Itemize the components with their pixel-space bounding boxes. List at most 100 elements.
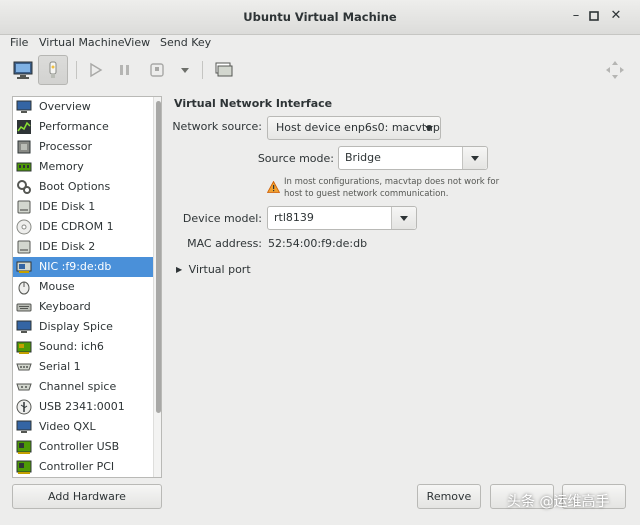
power-icon <box>150 63 164 77</box>
pause-icon <box>120 65 129 75</box>
device-model-value: rtl8139 <box>274 211 314 224</box>
hardware-item-ide-cdrom-1[interactable]: IDE CDROM 1 <box>13 217 153 237</box>
mouse-icon <box>18 281 30 295</box>
hardware-item-ide-disk-1[interactable]: IDE Disk 1 <box>13 197 153 217</box>
chevron-down-icon <box>181 68 189 73</box>
virtual-port-expander[interactable]: ▶ Virtual port <box>176 263 251 276</box>
hardware-item-controller-usb[interactable]: Controller USB <box>13 437 153 457</box>
maximize-icon[interactable] <box>586 8 602 24</box>
hardware-item-label: Controller USB <box>39 440 120 453</box>
menu-virtual-machine[interactable]: Virtual Machine <box>39 36 125 49</box>
hardware-item-keyboard[interactable]: Keyboard <box>13 297 153 317</box>
source-mode-combo[interactable]: Bridge <box>338 146 488 170</box>
device-model-combo[interactable]: rtl8139 <box>267 206 417 230</box>
memory-module-icon <box>16 162 32 172</box>
chip-icon <box>17 140 31 154</box>
video-card-icon <box>16 420 32 433</box>
scrollbar-thumb[interactable] <box>156 101 161 413</box>
menu-send-key[interactable]: Send Key <box>160 36 211 49</box>
menu-file[interactable]: File <box>10 36 28 49</box>
play-icon <box>90 62 103 78</box>
warning-icon <box>267 181 280 193</box>
menu-bar: File Virtual Machine View Send Key <box>0 34 640 52</box>
usb-icon <box>16 399 32 415</box>
hardware-item-label: Performance <box>39 120 109 133</box>
display-icon <box>16 320 32 333</box>
vm-details-window: Ubuntu Virtual Machine – ✕ File Virtual … <box>0 0 640 525</box>
pause-button[interactable] <box>110 55 140 85</box>
hardware-item-label: IDE Disk 1 <box>39 200 96 213</box>
controller-icon <box>16 460 32 474</box>
fullscreen-button[interactable] <box>600 55 630 85</box>
window-title: Ubuntu Virtual Machine <box>243 10 397 24</box>
source-mode-dropdown-button[interactable] <box>462 147 487 169</box>
hardware-item-label: Serial 1 <box>39 360 81 373</box>
shutdown-menu-button[interactable] <box>170 55 200 85</box>
cdrom-icon <box>16 219 32 235</box>
hardware-item-video-qxl[interactable]: Video QXL <box>13 417 153 437</box>
hardware-item-label: Memory <box>39 160 84 173</box>
device-model-dropdown-button[interactable] <box>391 207 416 229</box>
fullscreen-arrows-icon <box>606 61 624 79</box>
run-button[interactable] <box>80 55 110 85</box>
hardware-item-usb[interactable]: USB 2341:0001 <box>13 397 153 417</box>
hardware-item-label: Keyboard <box>39 300 91 313</box>
hardware-item-boot-options[interactable]: Boot Options <box>13 177 153 197</box>
mac-address-label: MAC address: <box>187 237 262 250</box>
remove-button[interactable]: Remove <box>417 484 481 509</box>
channel-icon <box>16 383 32 391</box>
monitor-icon <box>16 100 32 113</box>
controller-icon <box>16 440 32 454</box>
watermark: 头条 @运维高手 <box>507 494 610 510</box>
menu-view[interactable]: View <box>124 36 150 49</box>
hardware-item-label: Boot Options <box>39 180 111 193</box>
hardware-item-memory[interactable]: Memory <box>13 157 153 177</box>
macvtap-warning: In most configurations, macvtap does not… <box>284 177 500 199</box>
add-hardware-button[interactable]: Add Hardware <box>12 484 162 509</box>
network-source-combo[interactable]: Host device enp6s0: macvtap <box>267 116 441 140</box>
show-details-button[interactable] <box>38 55 68 85</box>
dropdown-arrow-icon <box>425 126 433 131</box>
toolbar-separator <box>76 61 77 79</box>
snapshots-button[interactable] <box>208 55 238 85</box>
hardware-item-overview[interactable]: Overview <box>13 97 153 117</box>
hardware-item-performance[interactable]: Performance <box>13 117 153 137</box>
close-icon[interactable]: ✕ <box>608 8 624 24</box>
hardware-item-label: Mouse <box>39 280 75 293</box>
disk-icon <box>17 200 31 214</box>
hardware-item-label: Processor <box>39 140 92 153</box>
network-card-icon <box>16 261 32 273</box>
network-source-label: Network source: <box>172 120 262 133</box>
hardware-item-nic[interactable]: NIC :f9:de:db <box>13 257 153 277</box>
expander-arrow-icon: ▶ <box>176 265 183 274</box>
serial-port-icon <box>16 363 32 371</box>
hardware-item-label: IDE Disk 2 <box>39 240 96 253</box>
performance-chart-icon <box>17 120 31 134</box>
hardware-item-ide-disk-2[interactable]: IDE Disk 2 <box>13 237 153 257</box>
hardware-item-label: Overview <box>39 100 91 113</box>
dropdown-arrow-icon <box>471 156 479 161</box>
hardware-item-mouse[interactable]: Mouse <box>13 277 153 297</box>
minimize-icon[interactable]: – <box>568 8 584 24</box>
gears-icon <box>17 180 31 194</box>
network-source-value: Host device enp6s0: macvtap <box>276 121 440 134</box>
virtual-port-label: Virtual port <box>188 263 251 276</box>
shutdown-button[interactable] <box>142 55 172 85</box>
show-console-button[interactable] <box>8 55 38 85</box>
hardware-item-label: NIC :f9:de:db <box>39 260 112 273</box>
hardware-item-processor[interactable]: Processor <box>13 137 153 157</box>
hardware-item-label: Channel spice <box>39 380 117 393</box>
hardware-item-label: USB 2341:0001 <box>39 400 125 413</box>
hardware-item-channel-spice[interactable]: Channel spice <box>13 377 153 397</box>
hardware-list: Overview Performance Processor Memory Bo… <box>12 96 162 478</box>
hardware-item-controller-pci[interactable]: Controller PCI <box>13 457 153 477</box>
hardware-item-serial-1[interactable]: Serial 1 <box>13 357 153 377</box>
hardware-item-label: Display Spice <box>39 320 113 333</box>
section-title: Virtual Network Interface <box>174 97 333 110</box>
hardware-item-display-spice[interactable]: Display Spice <box>13 317 153 337</box>
hardware-item-sound[interactable]: Sound: ich6 <box>13 337 153 357</box>
info-bulb-icon <box>49 61 57 78</box>
disk-icon <box>17 240 31 254</box>
hardware-list-scrollbar[interactable] <box>153 97 161 477</box>
keyboard-icon <box>16 303 32 312</box>
